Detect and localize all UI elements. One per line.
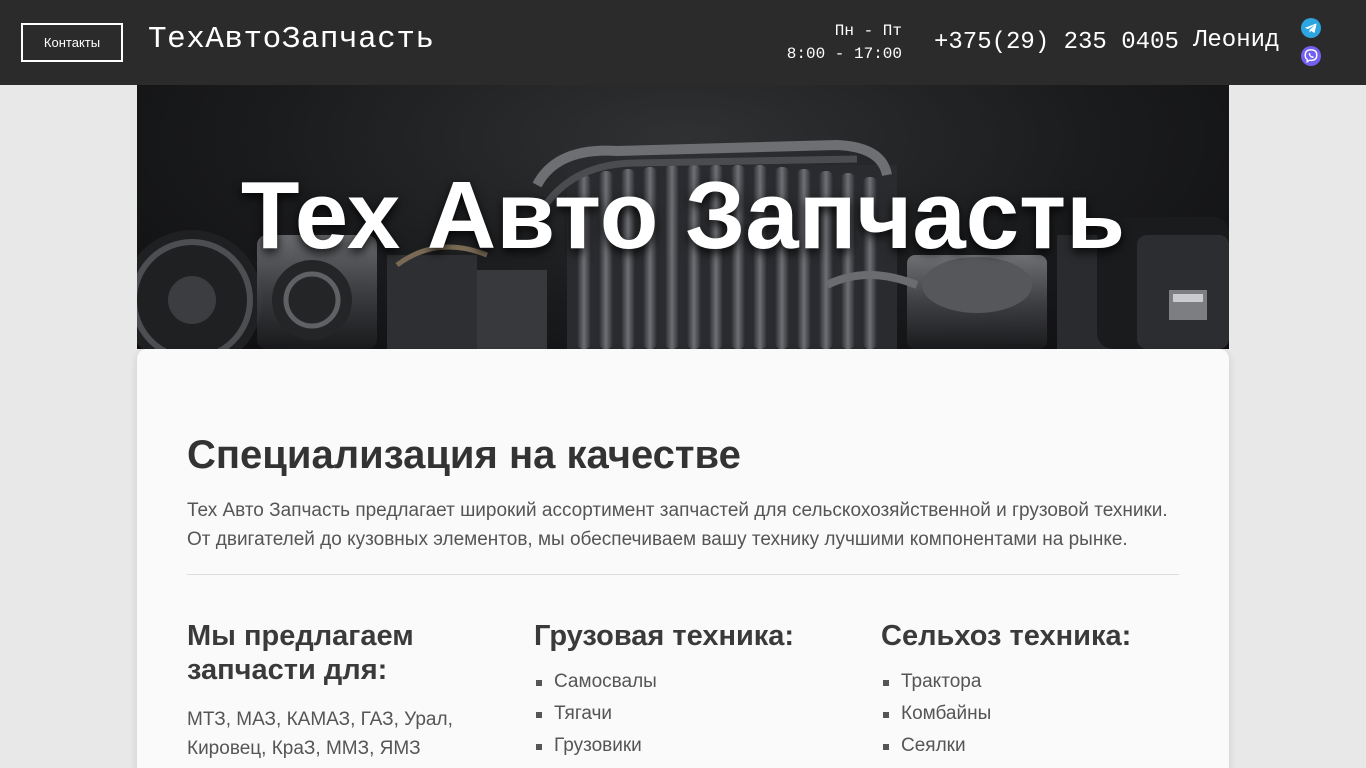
brands-list-text: МТЗ, МАЗ, КАМАЗ, ГАЗ, Урал, Кировец, Кра…: [187, 709, 453, 759]
list-item-label: Комбайны: [901, 703, 992, 724]
list-item: Комбайны: [881, 698, 1181, 730]
working-days: Пн - Пт: [834, 22, 902, 40]
working-time: 8:00 - 17:00: [786, 45, 902, 63]
working-hours: Пн - Пт 8:00 - 17:00: [770, 20, 902, 66]
contacts-button[interactable]: Контакты: [21, 23, 123, 62]
brands-heading: Мы предлагаем запчасти для:: [187, 620, 414, 686]
trucks-list: Самосвалы Тягачи Грузовики: [534, 666, 834, 762]
contact-person-name: Леонид: [1193, 27, 1280, 54]
site-header: Контакты ТехАвтоЗапчасть Пн - Пт 8:00 - …: [0, 0, 1366, 85]
bullet-icon: [883, 744, 889, 750]
list-item: Сеялки: [881, 730, 1181, 762]
intro-line: Тех Авто Запчасть предлагает широкий асс…: [187, 500, 1168, 521]
divider: [187, 574, 1179, 575]
hero-title: Тех Авто Запчасть: [240, 162, 1126, 269]
list-item-label: Самосвалы: [554, 671, 657, 692]
trucks-column: Грузовая техника: Самосвалы Тягачи Грузо…: [534, 619, 834, 762]
viber-icon[interactable]: [1300, 45, 1322, 67]
list-item-label: Тягачи: [554, 703, 613, 724]
intro-paragraph: Тех Авто Запчасть предлагает широкий асс…: [187, 496, 1187, 554]
list-item: Самосвалы: [534, 666, 834, 698]
brands-column: Мы предлагаем запчасти для: МТЗ, МАЗ, КА…: [187, 619, 487, 763]
hero-banner: Тех Авто Запчасть: [137, 85, 1229, 349]
agri-column: Сельхоз техника: Трактора Комбайны Сеялк…: [881, 619, 1181, 762]
telegram-icon[interactable]: [1300, 17, 1322, 39]
list-item: Трактора: [881, 666, 1181, 698]
bullet-icon: [536, 744, 542, 750]
list-item: Грузовики: [534, 730, 834, 762]
list-item: Тягачи: [534, 698, 834, 730]
list-item-label: Сеялки: [901, 735, 966, 756]
section-title: Специализация на качестве: [187, 433, 741, 477]
intro-line: От двигателей до кузовных элементов, мы …: [187, 529, 1128, 550]
bullet-icon: [536, 680, 542, 686]
list-item-label: Грузовики: [554, 735, 642, 756]
content-card: Специализация на качестве Тех Авто Запча…: [137, 349, 1229, 768]
bullet-icon: [536, 712, 542, 718]
phone-link[interactable]: +375(29) 235 0405: [934, 29, 1179, 56]
list-item-label: Трактора: [901, 671, 982, 692]
agri-heading: Сельхоз техника:: [881, 620, 1132, 652]
bullet-icon: [883, 712, 889, 718]
agri-list: Трактора Комбайны Сеялки: [881, 666, 1181, 762]
trucks-heading: Грузовая техника:: [534, 620, 795, 652]
bullet-icon: [883, 680, 889, 686]
brand-logo-text[interactable]: ТехАвтоЗапчасть: [148, 22, 435, 57]
